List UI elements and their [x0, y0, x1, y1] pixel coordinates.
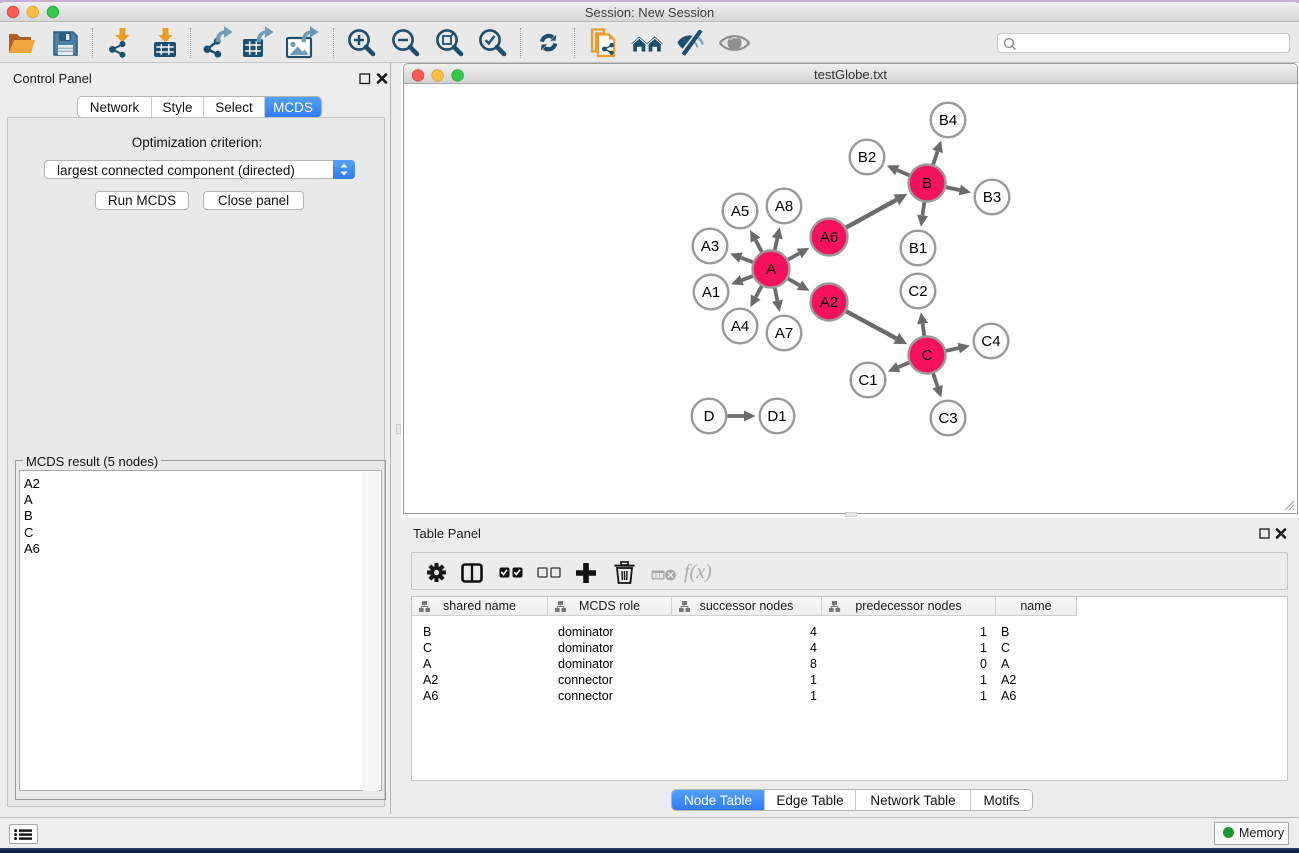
svg-text:B2: B2 [858, 149, 876, 166]
svg-text:D1: D1 [767, 408, 786, 425]
svg-text:B: B [922, 175, 932, 192]
svg-text:C2: C2 [908, 283, 927, 300]
svg-text:B1: B1 [909, 240, 927, 257]
svg-text:A7: A7 [775, 325, 793, 342]
svg-text:A: A [766, 261, 776, 278]
svg-text:A2: A2 [820, 294, 838, 311]
svg-text:A1: A1 [702, 284, 720, 301]
svg-text:B3: B3 [983, 189, 1001, 206]
svg-text:C3: C3 [938, 410, 957, 427]
svg-text:A3: A3 [701, 238, 719, 255]
svg-text:A4: A4 [731, 318, 749, 335]
svg-text:D: D [704, 408, 715, 425]
svg-text:C4: C4 [981, 333, 1000, 350]
svg-text:A8: A8 [775, 198, 793, 215]
svg-text:A5: A5 [731, 203, 749, 220]
svg-text:C1: C1 [858, 372, 877, 389]
svg-text:B4: B4 [939, 112, 957, 129]
svg-text:C: C [922, 347, 933, 364]
svg-text:A6: A6 [820, 229, 838, 246]
